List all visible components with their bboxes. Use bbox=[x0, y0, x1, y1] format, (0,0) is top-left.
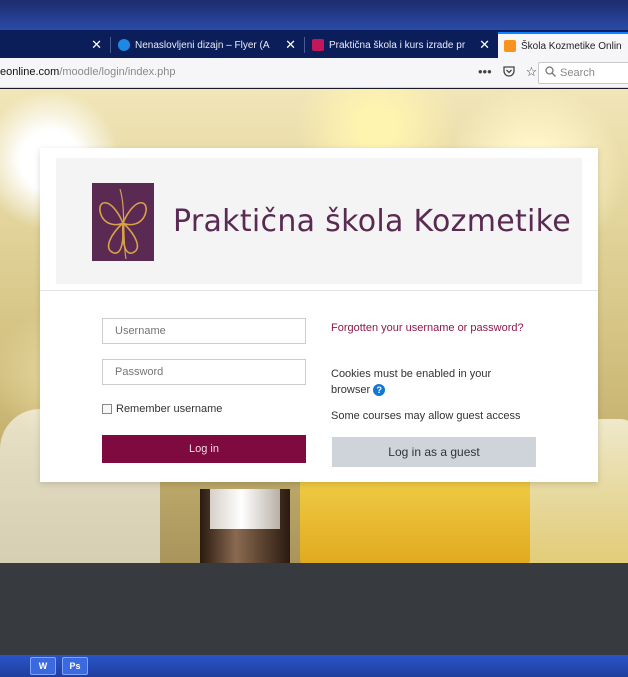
search-input[interactable]: Search bbox=[538, 62, 628, 84]
tab-separator bbox=[304, 37, 305, 53]
bottle-cap bbox=[210, 489, 280, 529]
pocket-icon[interactable] bbox=[502, 64, 516, 81]
brand-header: Praktična škola Kozmetike bbox=[56, 158, 582, 284]
login-card: Praktična škola Kozmetike Remember usern… bbox=[40, 148, 598, 482]
guest-access-notice: Some courses may allow guest access bbox=[331, 410, 521, 422]
page-footer bbox=[0, 563, 628, 655]
photoshop-taskbar-icon[interactable]: Ps bbox=[62, 657, 88, 675]
url-path: /moodle/login/index.php bbox=[59, 66, 176, 78]
remember-username[interactable]: Remember username bbox=[102, 403, 222, 415]
close-icon[interactable]: ✕ bbox=[279, 37, 296, 53]
tab-skola-kozmetike[interactable]: Škola Kozmetike Onlin bbox=[498, 32, 628, 58]
more-actions-icon[interactable]: ••• bbox=[478, 64, 492, 81]
help-icon[interactable]: ? bbox=[373, 384, 386, 397]
url-host: eonline.com bbox=[0, 66, 60, 78]
address-bar: eonline.com/moodle/login/index.php ••• ☆… bbox=[0, 58, 628, 88]
oil-bottle bbox=[300, 469, 530, 564]
search-placeholder: Search bbox=[560, 67, 595, 79]
search-icon bbox=[545, 66, 556, 80]
bookmark-star-icon[interactable]: ☆ bbox=[526, 64, 538, 81]
word-taskbar-icon[interactable]: W bbox=[30, 657, 56, 675]
tab-prakticna[interactable]: Praktična škola i kurs izrade pr ✕ bbox=[306, 32, 496, 58]
password-input[interactable] bbox=[102, 359, 306, 385]
username-input[interactable] bbox=[102, 318, 306, 344]
remember-checkbox[interactable] bbox=[102, 404, 112, 414]
cookies-text: Cookies must be enabled in your browser bbox=[331, 368, 492, 396]
moodle-icon bbox=[504, 40, 516, 52]
butterfly-icon bbox=[312, 39, 324, 51]
url-field[interactable]: eonline.com/moodle/login/index.php bbox=[0, 66, 176, 78]
close-icon[interactable]: ✕ bbox=[473, 37, 490, 53]
login-button[interactable]: Log in bbox=[102, 435, 306, 463]
os-taskbar: W Ps bbox=[0, 655, 628, 677]
os-window-top bbox=[0, 0, 628, 30]
page-actions: ••• ☆ bbox=[478, 64, 537, 81]
forgot-password-link[interactable]: Forgotten your username or password? bbox=[331, 320, 531, 336]
close-icon[interactable]: ✕ bbox=[85, 37, 102, 53]
remember-label: Remember username bbox=[116, 403, 223, 415]
google-icon bbox=[118, 39, 130, 51]
header-divider bbox=[40, 290, 598, 291]
cookies-notice: Cookies must be enabled in your browser … bbox=[331, 366, 531, 398]
tab-separator bbox=[110, 37, 111, 53]
tab-label: Praktična škola i kurs izrade pr bbox=[329, 39, 466, 51]
tab-previous[interactable]: ✕ bbox=[0, 32, 108, 58]
tab-label: Škola Kozmetike Onlin bbox=[521, 40, 622, 52]
butterfly-logo-icon bbox=[92, 183, 154, 261]
tab-flyer[interactable]: Nenaslovljeni dizajn – Flyer (A ✕ bbox=[112, 32, 302, 58]
guest-login-button[interactable]: Log in as a guest bbox=[332, 437, 536, 467]
school-name: Praktična škola Kozmetike bbox=[173, 204, 572, 239]
tab-label: Nenaslovljeni dizajn – Flyer (A bbox=[135, 39, 270, 51]
tab-bar: ✕ Nenaslovljeni dizajn – Flyer (A ✕ Prak… bbox=[0, 30, 628, 58]
